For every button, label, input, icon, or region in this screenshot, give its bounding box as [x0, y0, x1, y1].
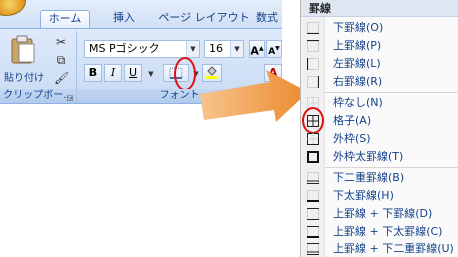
menu-item-label: 上罫線 + 下太罫線(C): [333, 225, 443, 238]
chevron-down-icon[interactable]: ▼: [144, 67, 158, 81]
thick-bottom-border-icon: [307, 190, 319, 202]
font-size-field[interactable]: 16 ▼: [204, 40, 244, 58]
pointer-arrow: [200, 70, 308, 122]
grow-font-label: A: [250, 44, 259, 58]
menu-item-top-thick-bottom-border[interactable]: 上罫線 + 下太罫線(C): [301, 223, 458, 241]
menu-item-all-borders[interactable]: 格子(A): [301, 112, 458, 130]
format-painter-icon[interactable]: 🖌: [54, 71, 69, 85]
clipboard-launcher-icon[interactable]: ◲: [63, 91, 77, 105]
menu-item-label: 下太罫線(H): [333, 189, 394, 202]
menu-item-label: 左罫線(L): [333, 57, 381, 70]
menu-separator: [325, 167, 458, 168]
paste-button-label[interactable]: 貼り付け: [4, 69, 44, 84]
font-name-field[interactable]: MS Pゴシック ▼: [84, 40, 200, 58]
menu-separator: [325, 92, 458, 93]
tab-home[interactable]: ホーム: [40, 10, 90, 28]
shrink-font-button[interactable]: A▼: [266, 40, 282, 58]
border-top-icon: [307, 40, 319, 52]
underline-button[interactable]: U: [124, 64, 142, 82]
menu-item-label: 右罫線(R): [333, 75, 383, 88]
menu-item-label: 格子(A): [333, 114, 372, 127]
tab-formulas[interactable]: 数式: [250, 10, 284, 28]
top-double-bottom-border-icon: [307, 243, 319, 255]
top-thick-bottom-border-icon: [307, 226, 319, 238]
borders-menu-title: 罫線: [301, 0, 458, 17]
menu-item-bottom-border[interactable]: 下罫線(O): [301, 19, 458, 37]
chevron-down-icon[interactable]: ▼: [186, 41, 199, 57]
border-left-icon: [307, 58, 319, 70]
grow-font-button[interactable]: A▲: [249, 40, 265, 58]
tab-page-layout[interactable]: ページ レイアウト: [152, 10, 256, 28]
paste-icon[interactable]: [10, 35, 36, 65]
menu-item-label: 下罫線(O): [333, 21, 384, 34]
menu-item-outside-borders[interactable]: 外枠(S): [301, 130, 458, 148]
highlight-circle: [174, 57, 196, 91]
menu-item-label: 下二重罫線(B): [333, 171, 405, 184]
borders-menu: 罫線 下罫線(O) 上罫線(P) 左罫線(L) 右罫線(R) 枠なし(N) 格子…: [300, 0, 458, 257]
border-right-icon: [307, 76, 319, 88]
menu-item-label: 外枠太罫線(T): [333, 150, 404, 163]
ribbon-tabbar: ホーム 挿入 ページ レイアウト 数式: [0, 0, 282, 28]
tab-insert[interactable]: 挿入: [104, 10, 144, 28]
menu-item-no-border[interactable]: 枠なし(N): [301, 94, 458, 112]
menu-item-label: 上罫線 + 下二重罫線(U): [333, 242, 454, 255]
bottom-double-border-icon: [307, 172, 319, 184]
font-name-value: MS Pゴシック: [89, 42, 160, 55]
top-bottom-border-icon: [307, 208, 319, 220]
menu-item-right-border[interactable]: 右罫線(R): [301, 73, 458, 91]
menu-item-thick-bottom-border[interactable]: 下太罫線(H): [301, 187, 458, 205]
thick-box-border-icon: [307, 151, 319, 163]
border-bottom-icon: [307, 22, 319, 34]
font-size-value: 16: [209, 42, 223, 55]
cut-icon[interactable]: ✂: [54, 35, 68, 49]
menu-item-left-border[interactable]: 左罫線(L): [301, 55, 458, 73]
menu-item-top-border[interactable]: 上罫線(P): [301, 37, 458, 55]
menu-item-label: 上罫線(P): [333, 39, 382, 52]
menu-item-label: 枠なし(N): [333, 96, 383, 109]
outside-borders-icon: [307, 133, 319, 145]
chevron-down-icon[interactable]: ▼: [230, 41, 243, 57]
copy-icon[interactable]: ⧉: [54, 53, 68, 67]
italic-button[interactable]: I: [104, 64, 122, 82]
menu-item-top-bottom-border[interactable]: 上罫線 + 下罫線(D): [301, 205, 458, 223]
menu-item-label: 上罫線 + 下罫線(D): [333, 207, 433, 220]
menu-item-bottom-double-border[interactable]: 下二重罫線(B): [301, 169, 458, 187]
bold-button[interactable]: B: [84, 64, 102, 82]
menu-item-top-double-bottom-border[interactable]: 上罫線 + 下二重罫線(U): [301, 240, 458, 257]
menu-item-thick-box-border[interactable]: 外枠太罫線(T): [301, 148, 458, 166]
menu-item-label: 外枠(S): [333, 132, 371, 145]
